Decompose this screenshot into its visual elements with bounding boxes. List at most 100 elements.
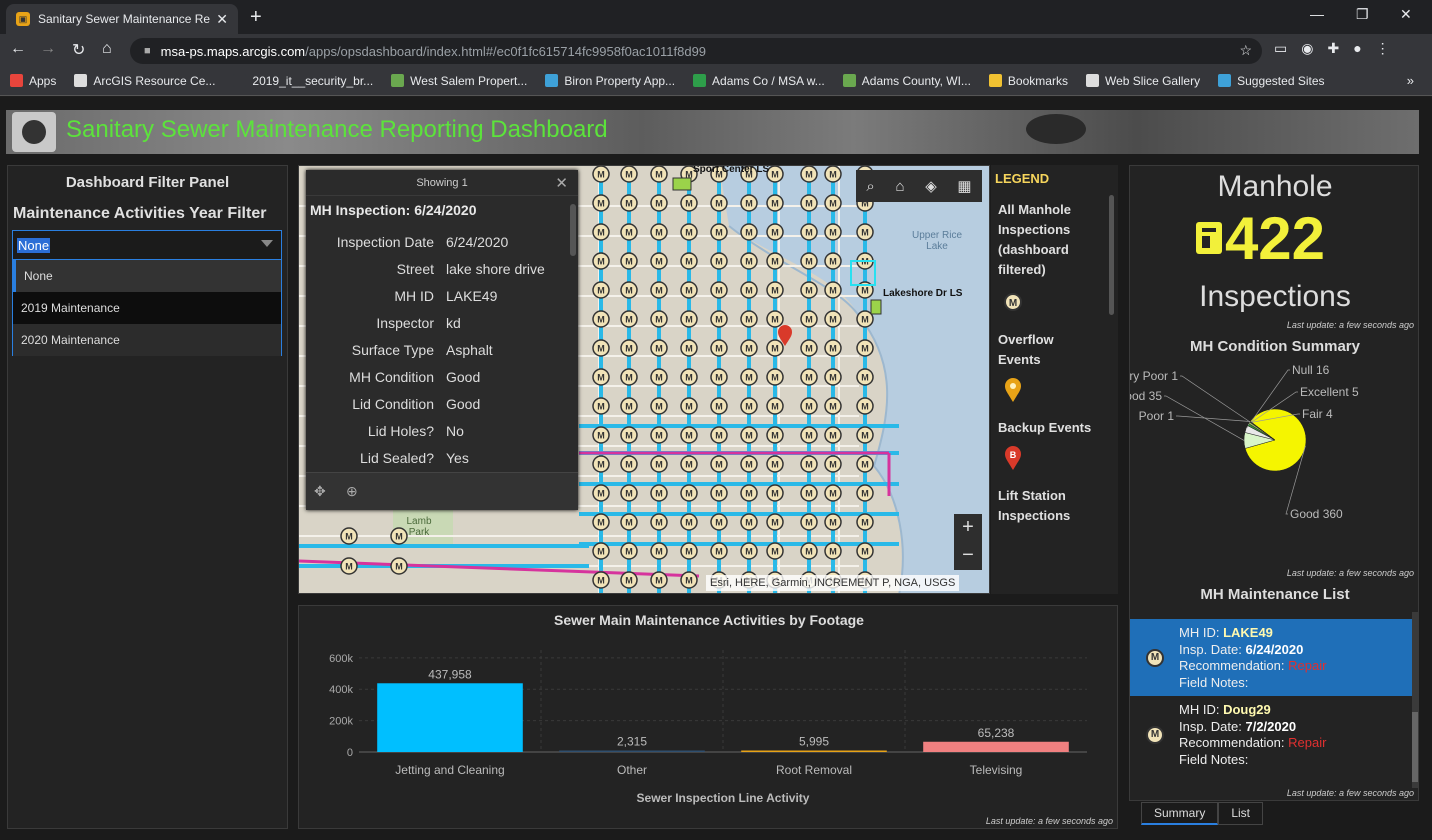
home-icon[interactable]: ⌂ [102, 40, 112, 58]
new-tab-icon[interactable]: + [250, 6, 262, 29]
manhole-marker-label: M [805, 286, 813, 296]
manhole-marker-label: M [861, 373, 869, 383]
manhole-marker-label: M [745, 315, 753, 325]
lift-station-marker[interactable] [870, 299, 882, 315]
close-tab-icon[interactable]: ✕ [216, 11, 228, 28]
field-key: Street [396, 260, 434, 277]
manhole-marker-label: M [715, 547, 723, 557]
manhole-marker-label: M [597, 431, 605, 441]
profile-icon[interactable]: ● [1353, 40, 1361, 57]
manhole-marker-label: M [861, 460, 869, 470]
browser-tab[interactable]: ▣ Sanitary Sewer Maintenance Rep ✕ [6, 4, 238, 34]
extension-icon[interactable]: ▭ [1274, 40, 1287, 57]
layers-icon[interactable]: ◈ [925, 177, 937, 195]
popup-scrollbar[interactable] [570, 204, 576, 256]
manhole-marker-label: M [685, 431, 693, 441]
option-2019[interactable]: 2019 Maintenance [13, 292, 281, 324]
manhole-marker-label: M [745, 489, 753, 499]
extension-icon[interactable]: ◉ [1301, 40, 1313, 57]
bookmark-item[interactable]: Apps [10, 74, 56, 88]
bar[interactable] [559, 750, 705, 753]
field-value: Yes [446, 449, 469, 466]
minimize-icon[interactable]: — [1310, 6, 1324, 22]
mh-id-label: MH ID: [1179, 702, 1224, 717]
manhole-marker-label: M [655, 344, 663, 354]
close-window-icon[interactable]: ✕ [1400, 6, 1412, 23]
bookmarks-bar: Apps ArcGIS Resource Ce... 2019_it__securi… [0, 66, 1432, 96]
bookmark-item[interactable]: Web Slice Gallery [1085, 74, 1200, 88]
recommendation: Repair [1288, 658, 1327, 673]
bookmark-star-icon[interactable]: ☆ [1239, 42, 1252, 59]
reload-icon[interactable]: ↻ [72, 40, 85, 60]
manhole-marker-label: M [685, 315, 693, 325]
bar[interactable] [377, 683, 523, 752]
filter-panel-title: Dashboard Filter Panel [65, 174, 230, 191]
home-icon[interactable]: ⌂ [895, 178, 904, 195]
manhole-marker-label: M [805, 431, 813, 441]
lock-icon: ■ [144, 45, 151, 57]
manhole-marker-label: M [771, 344, 779, 354]
bar[interactable] [923, 741, 1069, 752]
tab-summary[interactable]: Summary [1141, 802, 1219, 825]
tab-list[interactable]: List [1218, 802, 1264, 825]
chevron-down-icon[interactable] [261, 240, 273, 247]
bar[interactable] [741, 750, 887, 753]
pan-icon[interactable]: ✥ [314, 483, 326, 500]
list-item[interactable]: M MH ID: Doug29 Insp. Date: 7/2/2020 Rec… [1130, 696, 1412, 773]
address-bar[interactable]: ■ msa-ps.maps.arcgis.com /apps/opsdashbo… [130, 38, 1262, 64]
indicator-bottom-text: Inspections [1199, 280, 1351, 313]
manhole-marker-label: M [625, 170, 633, 180]
bookmark-item[interactable]: Bookmarks [988, 74, 1068, 88]
more-bookmarks-icon[interactable]: » [1407, 73, 1414, 88]
footage-bar-chart: 0 200k 400k 600k 437,958 Jetting and Cleaning… [329, 650, 1087, 805]
map-toolbar: ⌕ ⌂ ◈ ▦ [856, 170, 982, 202]
bookmark-icon [988, 74, 1002, 87]
legend-scrollbar[interactable] [1109, 195, 1114, 315]
close-icon[interactable]: ✕ [555, 174, 568, 192]
condition-summary-title: MH Condition Summary [1189, 338, 1360, 355]
manhole-marker-label: M [771, 547, 779, 557]
basemap-icon[interactable]: ▦ [957, 177, 971, 195]
pie-slice-label: Excellent 5 [1300, 385, 1359, 399]
bookmark-item[interactable]: West Salem Propert... [391, 74, 527, 88]
manhole-marker-label: M [625, 315, 633, 325]
menu-icon[interactable]: ⋮ [1376, 40, 1390, 57]
zoom-in-button[interactable]: + [954, 514, 982, 542]
bookmark-item[interactable]: 2019_it__security_br... [233, 74, 373, 88]
zoom-to-icon[interactable]: ⊕ [346, 483, 358, 500]
insp-date: 7/2/2020 [1245, 718, 1297, 734]
popup-fields: Inspection Date 6/24/2020 Street lake shor… [306, 228, 545, 471]
bookmark-item[interactable]: Adams Co / MSA w... [693, 74, 825, 88]
manhole-marker-label: M [861, 489, 869, 499]
bookmark-icon [10, 74, 23, 87]
list-last-update: Last update: a few seconds ago [1286, 788, 1414, 798]
zoom-out-button[interactable]: − [954, 542, 982, 570]
manhole-marker-label: M [685, 286, 693, 296]
manhole-marker-label: M [805, 547, 813, 557]
bookmark-item[interactable]: Adams County, WI... [842, 74, 971, 88]
list-item[interactable]: M MH ID: LAKE49 Insp. Date: 6/24/2020 Re… [1130, 619, 1412, 696]
puzzle-icon[interactable]: ✚ [1327, 40, 1339, 57]
legend-title: LEGEND [995, 171, 1050, 186]
bookmark-item[interactable]: ArcGIS Resource Ce... [74, 74, 215, 88]
lift-station-marker[interactable] [672, 177, 692, 191]
manhole-marker-label: M [597, 257, 605, 267]
option-2020[interactable]: 2020 Maintenance [13, 324, 281, 356]
manhole-marker-label: M [805, 257, 813, 267]
year-filter-select[interactable]: None [12, 230, 282, 260]
restore-icon[interactable]: ❐ [1356, 6, 1369, 23]
bookmark-item[interactable]: Suggested Sites [1218, 74, 1325, 88]
option-none[interactable]: None [13, 260, 281, 292]
manhole-marker-label: M [597, 576, 605, 586]
legend-item-manholes: All Manhole Inspections (dashboard filte… [998, 202, 1071, 277]
list-scrollbar[interactable] [1412, 612, 1418, 788]
search-icon[interactable]: ⌕ [866, 178, 874, 195]
manhole-marker-label: M [655, 228, 663, 238]
forward-icon[interactable]: → [40, 40, 56, 58]
indicator-top-text: Manhole [1217, 170, 1333, 203]
indicator-value: 422 [1224, 205, 1326, 272]
back-icon[interactable]: ← [10, 40, 26, 58]
recommendation-label: Recommendation: [1179, 735, 1289, 750]
manhole-marker-label: M [829, 286, 837, 296]
bookmark-item[interactable]: Biron Property App... [545, 74, 675, 88]
